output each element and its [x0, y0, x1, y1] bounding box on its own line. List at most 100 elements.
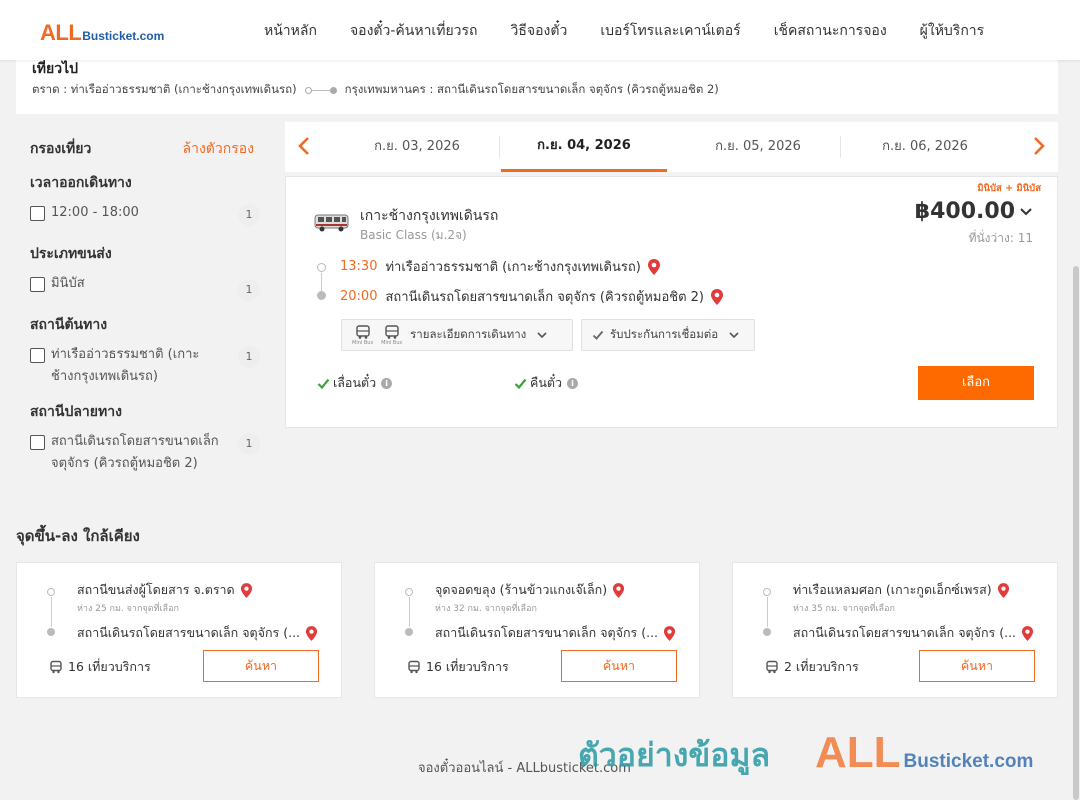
- nearby-from-label: จุดจอดขลุง (ร้านข้าวแกงเจ๊เล็ก): [435, 582, 608, 597]
- bus-icon: [50, 660, 62, 674]
- filter-option[interactable]: มินิบัส 1: [30, 275, 260, 301]
- date-tab[interactable]: ก.ย. 03, 2026: [334, 122, 500, 172]
- nearby-distance: ห่าง 25 กม. จากจุดที่เลือก: [77, 604, 179, 614]
- nearby-search-button[interactable]: ค้นหา: [561, 650, 677, 682]
- timeline-end-dot: [763, 628, 771, 636]
- checkbox[interactable]: [30, 206, 45, 221]
- nearby-search-button[interactable]: ค้นหา: [919, 650, 1035, 682]
- arrival-place: สถานีเดินรถโดยสารขนาดเล็ก จตุจักร (คิวรถ…: [385, 290, 704, 305]
- map-pin-icon[interactable]: [710, 288, 724, 306]
- clear-filter-link[interactable]: ล้างตัวกรอง: [183, 138, 254, 160]
- info-icon[interactable]: i: [567, 377, 579, 389]
- logo-text-domain: Busticket.com: [82, 29, 165, 43]
- filter-group-title: ประเภทขนส่ง: [30, 246, 112, 262]
- select-trip-button[interactable]: เลือก: [918, 366, 1034, 400]
- timeline-start-dot: [47, 588, 55, 596]
- departure-time: 13:30: [340, 259, 378, 274]
- filter-option[interactable]: ท่าเรืออ่าวธรรมชาติ (เกาะช้างกรุงเทพเดิน…: [30, 346, 260, 388]
- watermark-logo-all: ALL: [815, 728, 901, 777]
- prev-date-arrow-icon[interactable]: [293, 134, 317, 158]
- chevron-down-icon: [537, 332, 547, 339]
- nearby-trips-label: 2 เที่ยวบริการ: [784, 659, 859, 674]
- nav-how-to-book[interactable]: วิธีจองตั๋ว: [511, 20, 568, 42]
- nearby-from: สถานีขนส่งผู้โดยสาร จ.ตราด: [77, 580, 253, 600]
- filter-group-transport-type: ประเภทขนส่ง มินิบัส 1: [30, 243, 260, 301]
- map-pin-icon[interactable]: [663, 625, 676, 642]
- watermark-logo: ALL Busticket.com: [815, 728, 1033, 778]
- minibus-label: Mini Bus: [381, 340, 403, 346]
- nearby-to-label: สถานีเดินรถโดยสารขนาดเล็ก จตุจักร (...: [435, 625, 659, 640]
- filter-option-label: 12:00 - 18:00: [51, 205, 139, 220]
- date-tab-label: ก.ย. 04, 2026: [537, 138, 631, 153]
- nav-contact-counters[interactable]: เบอร์โทรและเคาน์เตอร์: [600, 20, 740, 42]
- page-scrollbar[interactable]: [1072, 60, 1080, 800]
- checkbox[interactable]: [30, 348, 45, 363]
- nearby-card: จุดจอดขลุง (ร้านข้าวแกงเจ๊เล็ก) ห่าง 32 …: [374, 562, 700, 698]
- nearby-to: สถานีเดินรถโดยสารขนาดเล็ก จตุจักร (...: [793, 623, 1034, 643]
- date-tab[interactable]: ก.ย. 06, 2026: [842, 122, 1008, 172]
- route-connector-icon: [304, 86, 337, 94]
- bus-icon: [408, 660, 420, 674]
- nearby-trips-label: 16 เที่ยวบริการ: [68, 659, 151, 674]
- date-tab[interactable]: ก.ย. 05, 2026: [675, 122, 841, 172]
- bus-icon: [766, 660, 778, 674]
- map-pin-icon[interactable]: [305, 625, 318, 642]
- nav-check-booking[interactable]: เช็คสถานะการจอง: [774, 20, 887, 42]
- filter-option[interactable]: สถานีเดินรถโดยสารขนาดเล็ก จตุจักร (คิวรถ…: [30, 433, 260, 475]
- nearby-card: ท่าเรือแหลมศอก (เกาะกูดเอ็กซ์เพรส) ห่าง …: [732, 562, 1058, 698]
- filter-group-origin-station: สถานีต้นทาง ท่าเรืออ่าวธรรมชาติ (เกาะช้า…: [30, 314, 260, 388]
- nearby-trips-label: 16 เที่ยวบริการ: [426, 659, 509, 674]
- check-icon: [317, 378, 330, 389]
- trip-destination: กรุงเทพมหานคร : สถานีเดินรถโดยสารขนาดเล็…: [344, 82, 719, 96]
- filter-header: กรองเที่ยว ล้างตัวกรอง: [30, 138, 254, 160]
- connection-guarantee-dropdown[interactable]: รับประกันการเชื่อมต่อ: [581, 319, 755, 351]
- filter-option[interactable]: 12:00 - 18:00 1: [30, 204, 260, 226]
- map-pin-icon[interactable]: [647, 258, 661, 276]
- trip-direction-title: เที่ยวไป: [32, 61, 79, 77]
- timeline-line: [767, 597, 768, 627]
- trip-summary: เที่ยวไป ตราด : ท่าเรืออ่าวธรรมชาติ (เกา…: [16, 58, 1058, 114]
- arrival-time: 20:00: [340, 289, 378, 304]
- trip-details-dropdown[interactable]: Mini Bus Mini Bus รายละเอียดการเดินทาง: [341, 319, 573, 351]
- checkbox[interactable]: [30, 277, 45, 292]
- timeline-line: [409, 597, 410, 627]
- checkbox[interactable]: [30, 435, 45, 450]
- site-logo[interactable]: ALL Busticket.com: [40, 20, 164, 46]
- nearby-trip-count: 2 เที่ยวบริการ: [765, 657, 859, 677]
- nearby-search-button[interactable]: ค้นหา: [203, 650, 319, 682]
- date-tab-selected[interactable]: ก.ย. 04, 2026: [501, 122, 667, 172]
- filter-count-badge: 1: [238, 279, 260, 301]
- filter-count-badge: 1: [238, 204, 260, 226]
- price-toggle[interactable]: ฿400.00: [915, 199, 1033, 224]
- next-date-arrow-icon[interactable]: [1026, 134, 1050, 158]
- nearby-to-label: สถานีเดินรถโดยสารขนาดเล็ก จตุจักร (...: [77, 625, 301, 640]
- map-pin-icon[interactable]: [997, 582, 1010, 599]
- nav-book-search[interactable]: จองตั๋ว-ค้นหาเที่ยวรถ: [350, 20, 478, 42]
- info-icon[interactable]: i: [381, 377, 393, 389]
- nearby-distance: ห่าง 32 กม. จากจุดที่เลือก: [435, 604, 537, 614]
- scrollbar-thumb[interactable]: [1073, 266, 1079, 800]
- date-tab-label: ก.ย. 05, 2026: [715, 139, 801, 154]
- nearby-trip-count: 16 เที่ยวบริการ: [407, 657, 509, 677]
- date-selector: ก.ย. 03, 2026 ก.ย. 04, 2026 ก.ย. 05, 202…: [285, 122, 1058, 172]
- map-pin-icon[interactable]: [240, 582, 253, 599]
- feature-reschedule: เลื่อนตั๋ว i: [317, 373, 393, 393]
- filter-group-title: สถานีต้นทาง: [30, 317, 108, 333]
- nav-home[interactable]: หน้าหลัก: [264, 20, 317, 42]
- filter-panel: กรองเที่ยว ล้างตัวกรอง เวลาออกเดินทาง 12…: [16, 124, 270, 484]
- watermark-text: ตัวอย่างข้อมูล: [578, 736, 771, 774]
- seats-available: ที่นั่งว่าง: 11: [968, 231, 1033, 245]
- nearby-trip-count: 16 เที่ยวบริการ: [49, 657, 151, 677]
- map-pin-icon[interactable]: [1021, 625, 1034, 642]
- operator-name: เกาะช้างกรุงเทพเดินรถ: [360, 208, 499, 224]
- nearby-to-label: สถานีเดินรถโดยสารขนาดเล็ก จตุจักร (...: [793, 625, 1017, 640]
- transport-type-tag: มินิบัส + มินิบัส: [977, 183, 1041, 194]
- map-pin-icon[interactable]: [612, 582, 625, 599]
- nearby-to: สถานีเดินรถโดยสารขนาดเล็ก จตุจักร (...: [435, 623, 676, 643]
- trip-result-card: มินิบัส + มินิบัส เกาะช้างกรุงเทพเดินรถ …: [285, 176, 1058, 428]
- operator-logo-icon: [314, 214, 349, 232]
- nav-operators[interactable]: ผู้ให้บริการ: [920, 20, 985, 42]
- timeline-line: [321, 273, 322, 291]
- watermark-logo-domain: Busticket.com: [903, 751, 1034, 772]
- feature-refund: คืนตั๋ว i: [514, 373, 579, 393]
